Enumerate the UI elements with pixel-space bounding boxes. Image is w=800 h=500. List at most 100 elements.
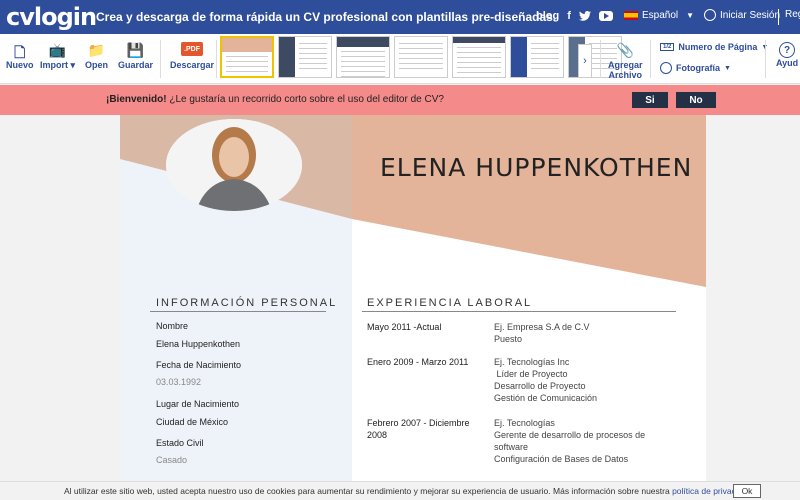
photo-label: Fotografía [676,63,720,73]
experience-date[interactable]: Mayo 2011 -Actual [367,321,477,333]
experience-line: Gestión de Comunicación [494,393,598,403]
thumbnails-next-button[interactable]: › [578,44,592,78]
experience-description[interactable]: Ej. Tecnologías Gerente de desarrollo de… [494,417,645,465]
experience-line: Ej. Tecnologías [494,418,555,428]
paperclip-icon: 📎 [616,42,634,58]
tour-no-button[interactable]: No [676,92,716,108]
experience-date-line: 2008 [367,430,388,440]
tour-yes-button[interactable]: Si [632,92,668,108]
personal-value[interactable]: Ciudad de México [156,417,228,427]
profile-photo[interactable] [166,119,302,211]
user-icon [660,62,672,74]
header-tagline: Crea y descarga de forma rápida un CV pr… [96,10,557,24]
spain-flag-icon [624,11,638,20]
personal-value[interactable]: Casado [156,455,187,465]
open-button[interactable]: 📁 Open [85,42,108,70]
thumb-sidebar [511,37,527,77]
folder-icon: 📁 [87,42,106,58]
section-divider [150,311,326,312]
cv-full-name[interactable]: ELENA HUPPENKOTHEN [380,153,692,182]
help-button[interactable]: ? Ayud [776,42,798,68]
template-thumb-1[interactable] [220,36,274,78]
youtube-icon[interactable] [598,11,613,21]
twitter-icon[interactable] [578,11,591,21]
pdf-icon: .PDF [181,42,204,56]
experience-description[interactable]: Ej. Empresa S.A de C.V Puesto [494,321,590,345]
help-label: Ayud [776,58,799,68]
personal-label[interactable]: Lugar de Nacimiento [156,399,239,409]
experience-line: software [494,442,529,452]
welcome-greeting: ¡Bienvenido! [106,94,167,105]
save-button[interactable]: 💾 Guardar [118,42,153,70]
welcome-message: ¡Bienvenido! ¿Le gustaría un recorrido c… [106,94,444,105]
cv-document[interactable]: ELENA HUPPENKOTHEN INFORMACIÓN PERSONAL … [120,115,706,485]
save-label: Guardar [118,60,154,70]
personal-label[interactable]: Fecha de Nacimiento [156,360,241,370]
template-thumb-4[interactable] [394,36,448,78]
experience-date[interactable]: Enero 2009 - Marzo 2011 [367,356,477,368]
template-thumb-6[interactable] [510,36,564,78]
language-selector[interactable]: Español ▼ [624,10,694,21]
experience-description[interactable]: Ej. Tecnologías Inc Líder de Proyecto De… [494,356,597,404]
new-button[interactable]: 🗋 Nuevo [6,42,34,70]
top-header: cvlogin Crea y descarga de forma rápida … [0,0,800,34]
import-label: Import ▾ [40,60,76,70]
language-label: Español [642,10,679,21]
chevron-down-icon: ▼ [724,64,731,72]
page-number-dropdown[interactable]: 1/2 Numero de Página ▼ [660,42,768,52]
page-number-label: Numero de Página [678,42,758,52]
cookie-ok-button[interactable]: Ok [733,484,761,498]
template-thumbnails [220,36,622,80]
personal-value[interactable]: 03.03.1992 [156,377,201,387]
experience-date-line: Febrero 2007 - Diciembre [367,418,470,428]
toolbar-divider [765,40,766,78]
experience-date[interactable]: Febrero 2007 - Diciembre 2008 [367,417,477,441]
cookie-text: Al utilizar este sitio web, usted acepta… [64,486,673,496]
add-file-label: Agregar [608,60,643,70]
personal-value[interactable]: Elena Huppenkothen [156,339,240,349]
social-links: blog f [536,10,613,22]
toolbar-divider [650,40,651,78]
register-link[interactable]: Regi [778,9,800,25]
personal-label[interactable]: Estado Civil [156,438,204,448]
download-button[interactable]: .PDF Descargar [170,42,214,70]
open-label: Open [85,60,109,70]
template-thumb-5[interactable] [452,36,506,78]
experience-line: Ej. Tecnologías Inc [494,357,570,367]
thumb-lines [457,47,501,75]
toolbar-divider [160,40,161,78]
new-file-icon: 🗋 [14,44,26,60]
thumb-header [453,37,505,43]
personal-label[interactable]: Nombre [156,321,188,331]
editor-toolbar: 🗋 Nuevo 📺 Import ▾ 📁 Open 💾 Guardar .PDF… [0,34,800,84]
toolbar-divider [600,40,601,78]
login-link[interactable]: Iniciar Sesión [704,9,780,21]
photo-dropdown[interactable]: Fotografía ▼ [660,62,731,74]
thumb-header [222,38,272,52]
cvlogin-logo[interactable]: cvlogin [6,3,97,31]
template-thumb-2[interactable] [278,36,332,78]
experience-line: Puesto [494,334,523,344]
section-divider [362,311,676,312]
facebook-icon[interactable]: f [567,10,571,22]
experience-line: Ej. Empresa S.A de C.V [494,322,590,332]
experience-date-line: Mayo 2011 -Actual [367,322,442,332]
experience-line: Líder de Proyecto [494,369,568,379]
welcome-banner: ¡Bienvenido! ¿Le gustaría un recorrido c… [0,85,800,115]
thumb-lines [299,43,327,71]
cookie-banner: Al utilizar este sitio web, usted acepta… [0,481,800,500]
add-file-label: Archivo [608,70,643,80]
import-button[interactable]: 📺 Import ▾ [40,42,75,71]
chevron-down-icon: ▼ [686,11,695,20]
welcome-question: ¿Le gustaría un recorrido corto sobre el… [166,94,444,105]
import-text: Import [40,60,68,70]
thumb-lines [226,56,268,76]
experience-title[interactable]: EXPERIENCIA LABORAL [367,297,532,309]
add-file-button[interactable]: 📎 Agregar Archivo [608,42,643,80]
personal-info-title[interactable]: INFORMACIÓN PERSONAL [156,297,337,309]
experience-line: Desarrollo de Proyecto [494,381,586,391]
new-label: Nuevo [6,60,34,70]
template-thumb-3[interactable] [336,36,390,78]
blog-link[interactable]: blog [536,10,559,22]
help-icon: ? [779,42,796,58]
